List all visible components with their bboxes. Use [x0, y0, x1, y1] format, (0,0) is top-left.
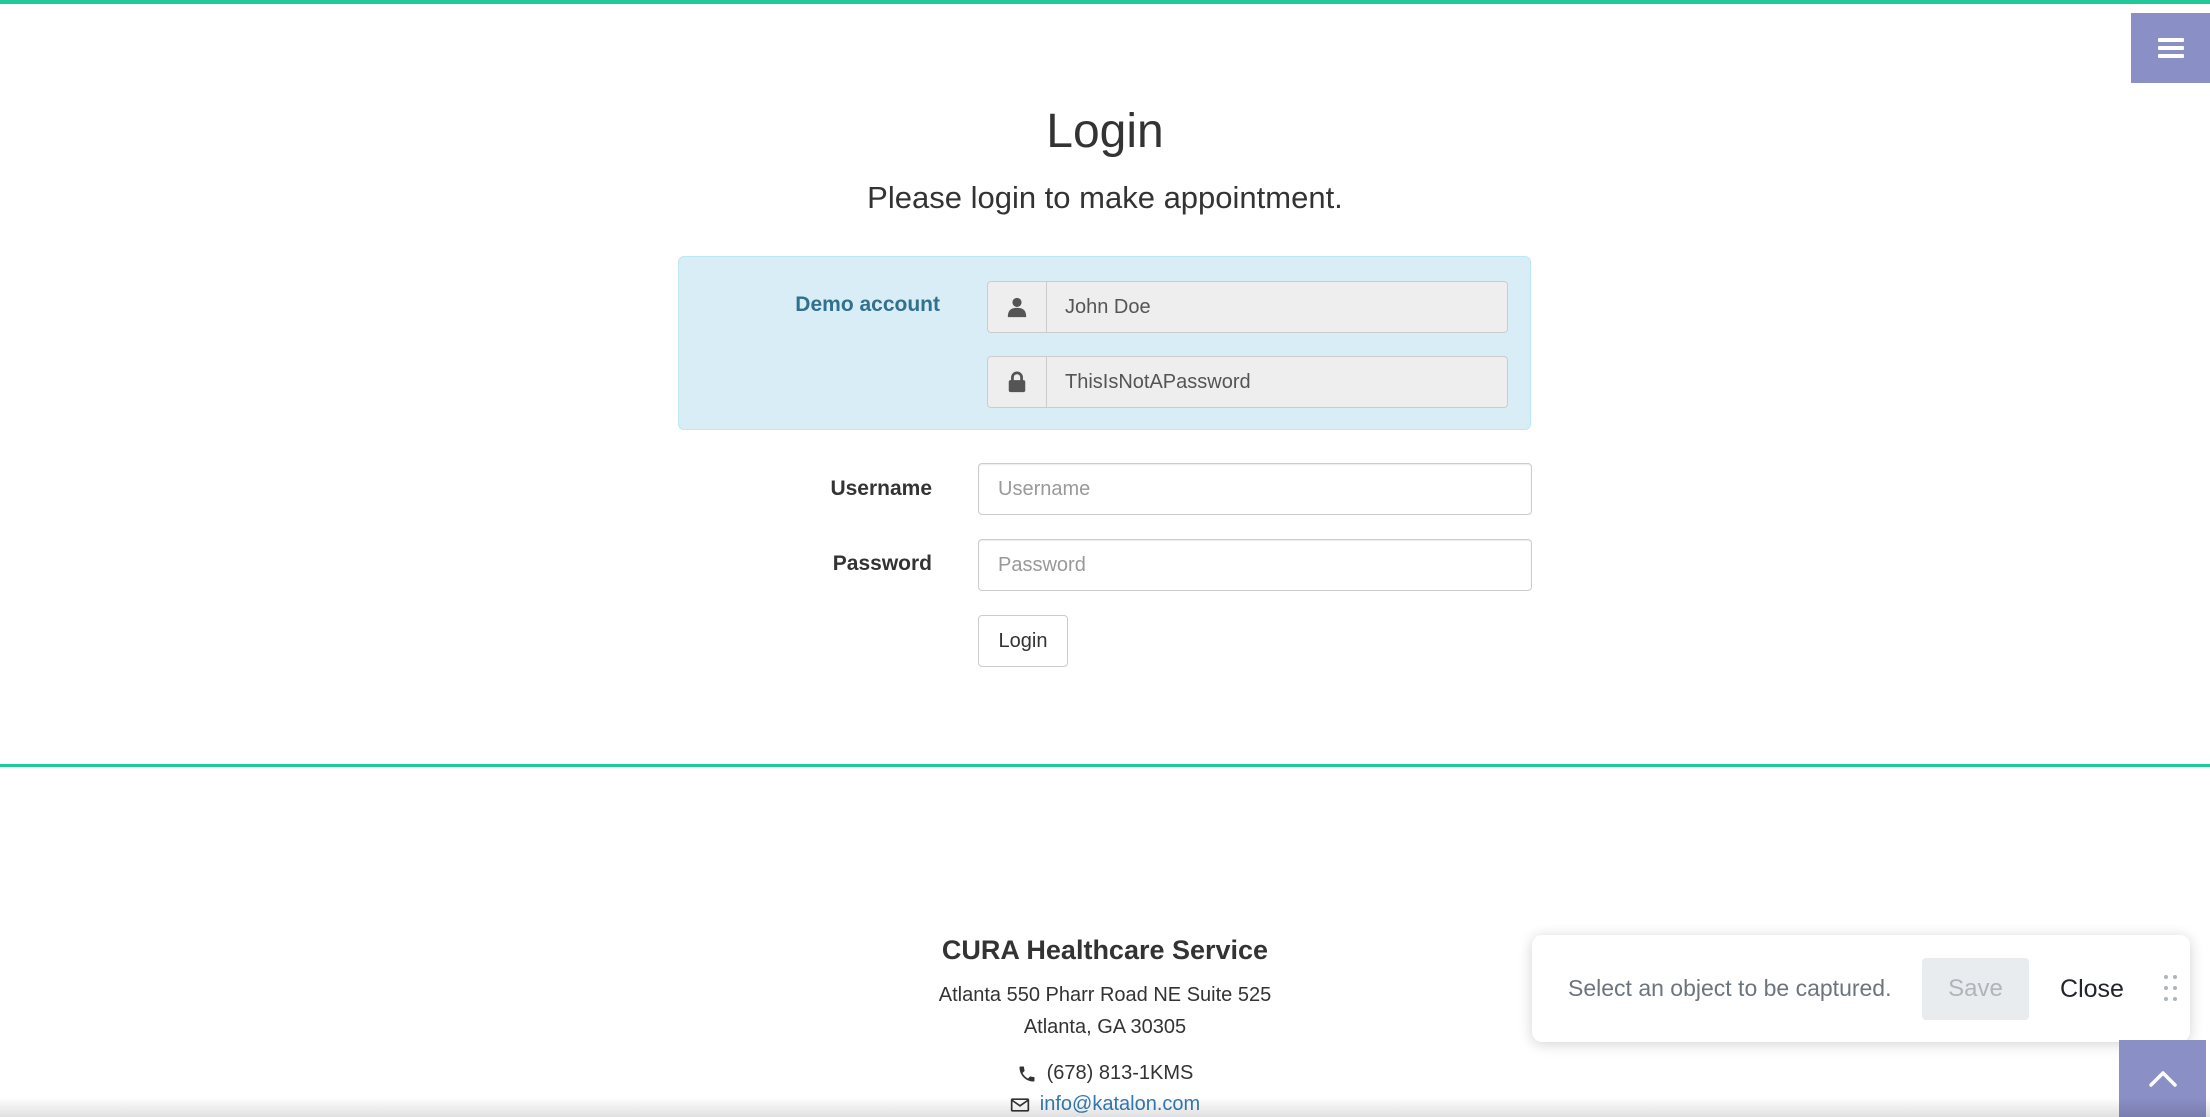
user-icon	[1007, 297, 1027, 318]
bars-icon	[2157, 38, 2184, 58]
password-label: Password	[832, 552, 932, 575]
username-input[interactable]	[978, 463, 1532, 515]
demo-password-group: ThisIsNotAPassword	[987, 356, 1508, 408]
capture-panel: Select an object to be captured. Save Cl…	[1532, 935, 2190, 1042]
page-title: Login	[1046, 105, 1164, 158]
demo-password-addon	[987, 356, 1047, 408]
page-subtitle: Please login to make appointment.	[867, 180, 1343, 215]
drag-handle-icon[interactable]	[2164, 975, 2178, 1001]
username-label: Username	[830, 477, 932, 500]
envelope-icon	[1010, 1097, 1029, 1112]
demo-password-value[interactable]: ThisIsNotAPassword	[1047, 356, 1508, 408]
password-input[interactable]	[978, 539, 1532, 591]
footer-phone: (678) 813-1KMS	[0, 1062, 2210, 1085]
login-button[interactable]: Login	[978, 615, 1068, 667]
footer-phone-number: (678) 813-1KMS	[1046, 1062, 1194, 1084]
section-divider	[0, 764, 2210, 767]
capture-message: Select an object to be captured.	[1568, 975, 1892, 1001]
demo-account-label: Demo account	[795, 293, 940, 316]
menu-toggle-button[interactable]	[2131, 13, 2210, 83]
demo-username-group: John Doe	[987, 281, 1508, 333]
phone-icon	[1019, 1066, 1035, 1081]
footer-email-link[interactable]: info@katalon.com	[1040, 1093, 1200, 1116]
back-to-top-button[interactable]	[2119, 1040, 2206, 1117]
lock-icon	[1008, 371, 1026, 393]
capture-close-button[interactable]: Close	[2044, 958, 2140, 1020]
chevron-up-icon	[2148, 1070, 2177, 1087]
demo-username-value[interactable]: John Doe	[1047, 281, 1508, 333]
capture-save-button[interactable]: Save	[1922, 958, 2029, 1020]
footer-email: info@katalon.com	[0, 1093, 2210, 1116]
top-accent-line	[0, 0, 2210, 4]
demo-username-addon	[987, 281, 1047, 333]
